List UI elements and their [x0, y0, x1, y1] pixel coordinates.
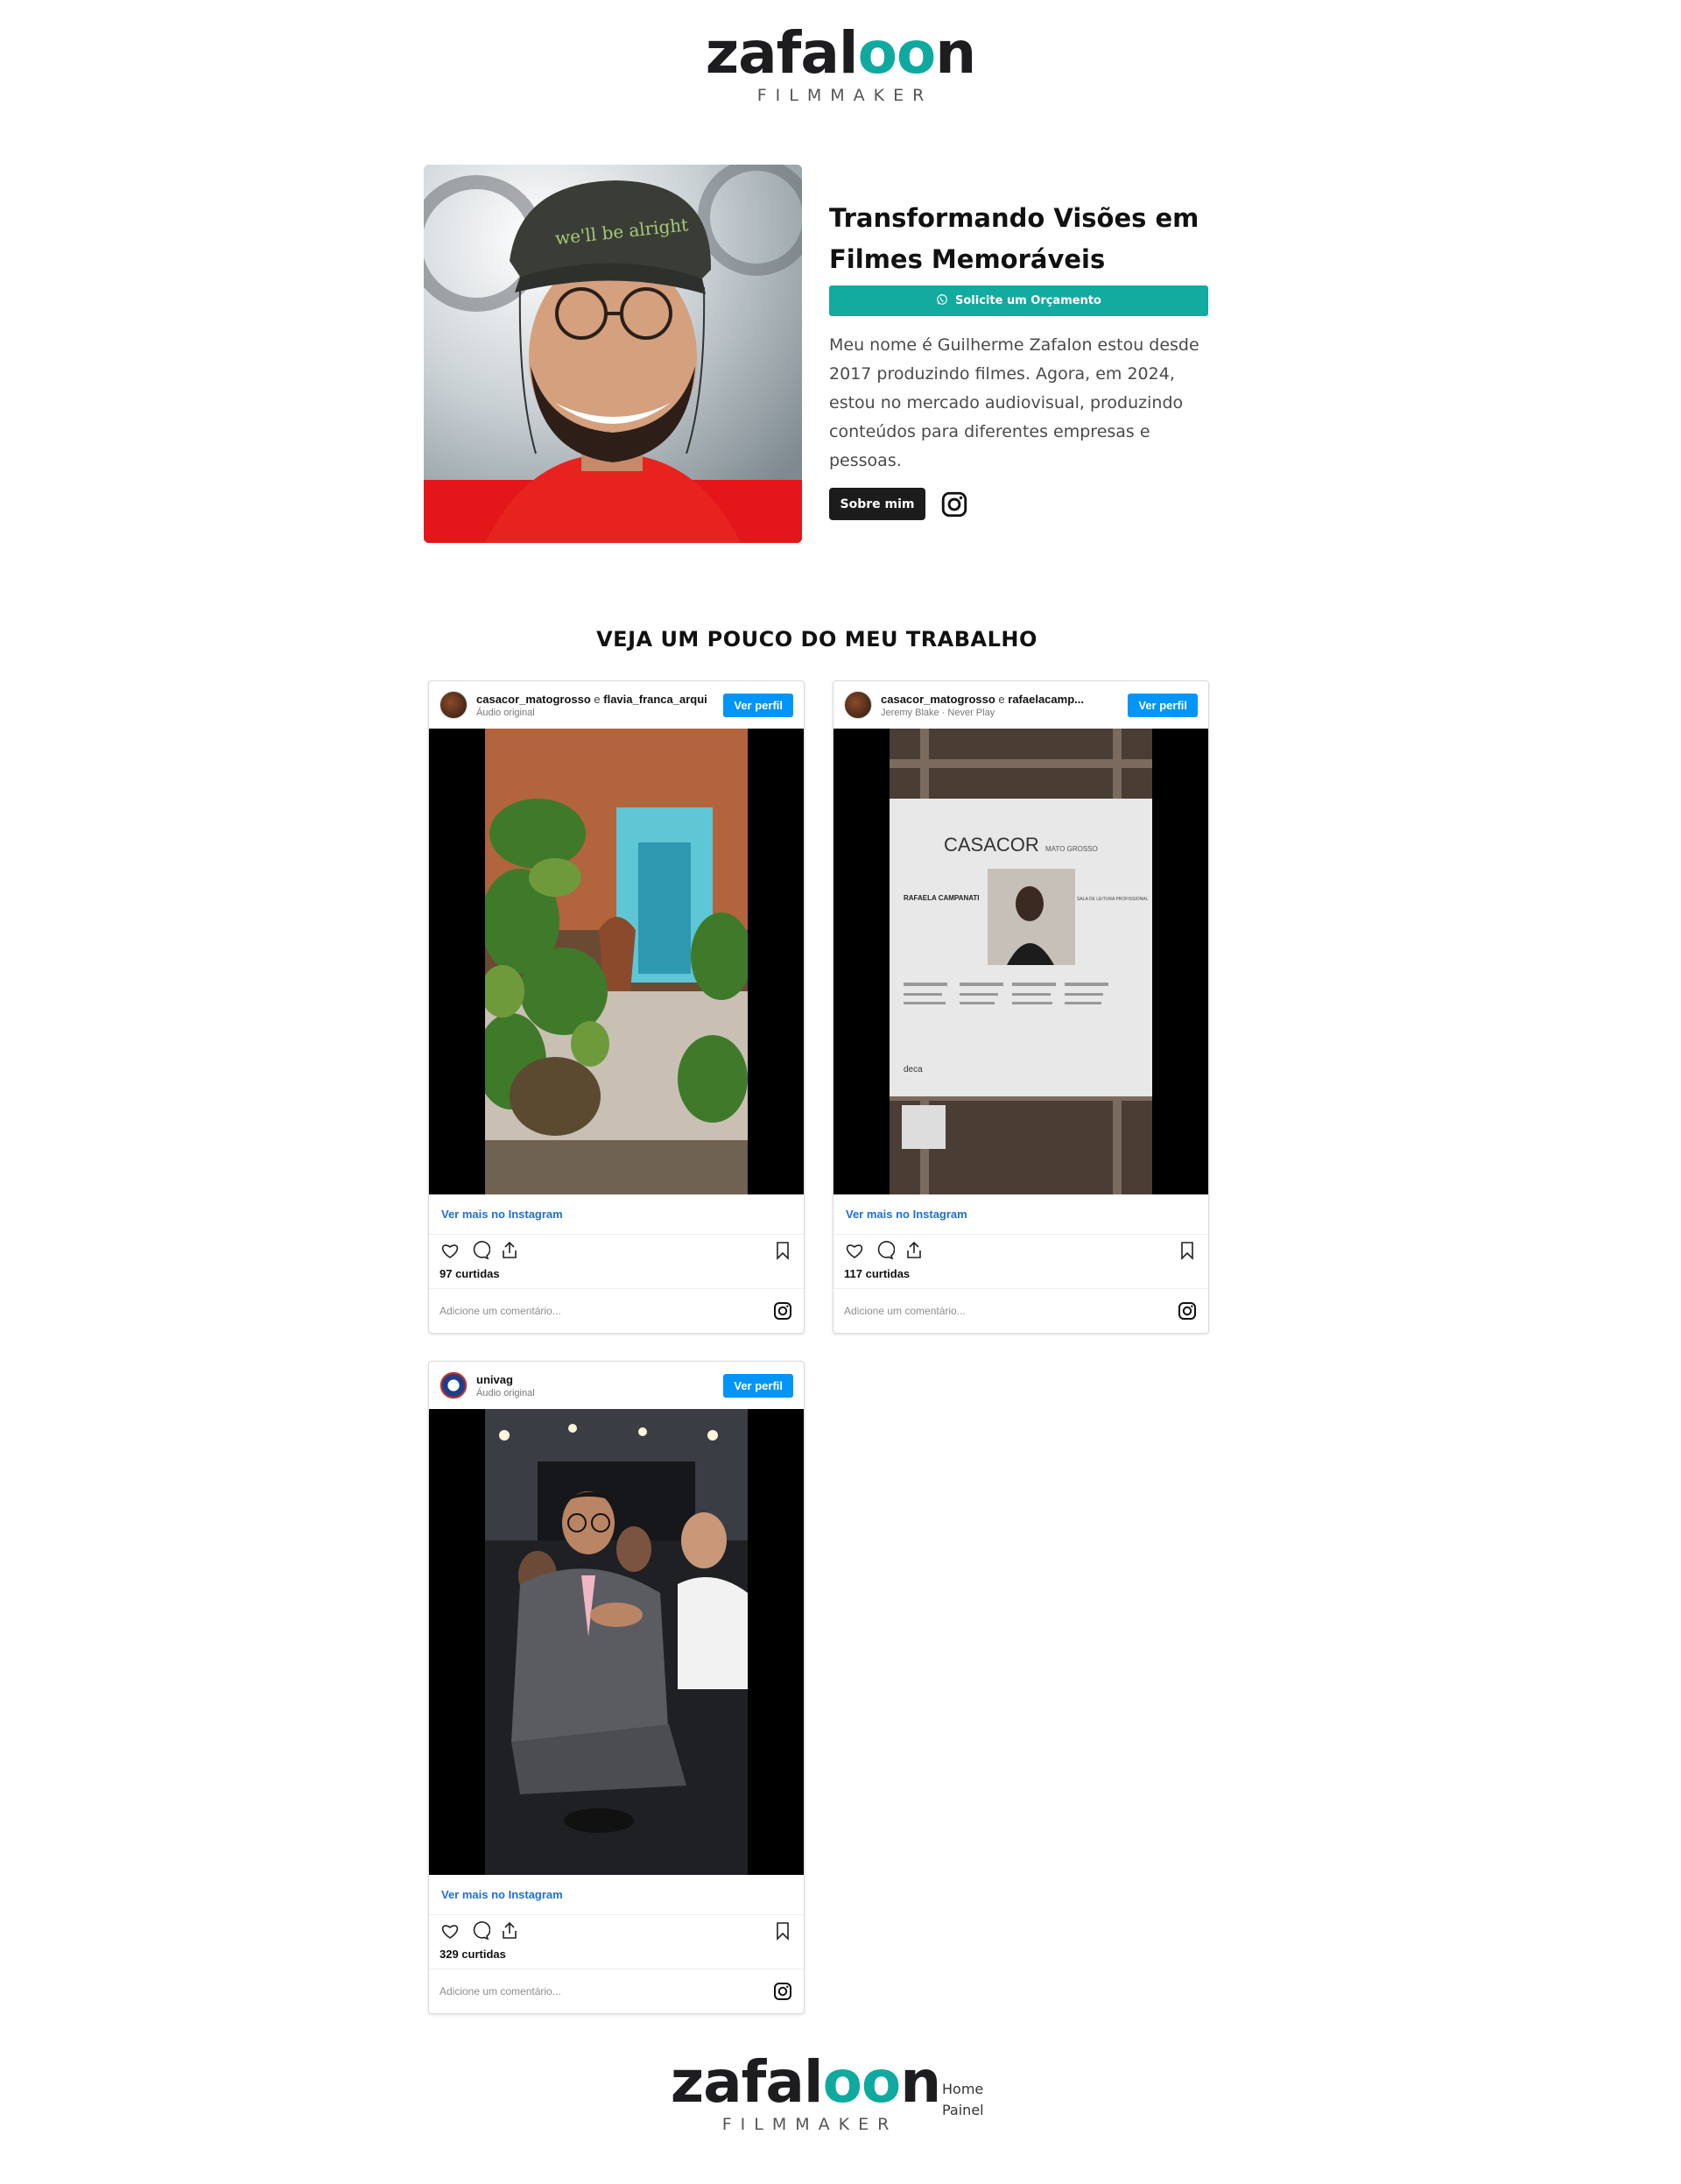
- post-authors[interactable]: univag: [476, 1373, 714, 1386]
- share-icon[interactable]: [499, 1920, 520, 1941]
- share-icon[interactable]: [499, 1240, 520, 1261]
- instagram-icon[interactable]: [772, 1300, 793, 1321]
- svg-text:SALA DE LEITURA PROFISSIONAL: SALA DE LEITURA PROFISSIONAL: [1077, 897, 1149, 902]
- view-more-link[interactable]: Ver mais no Instagram: [429, 1194, 804, 1235]
- post-audio[interactable]: Áudio original: [476, 1388, 714, 1398]
- avatar[interactable]: [844, 691, 872, 719]
- post-video[interactable]: CASACOR MATO GROSSO RAFAELA CAMPANATI SA…: [833, 729, 1208, 1194]
- svg-text:deca: deca: [904, 1065, 923, 1074]
- post-actions: [429, 1235, 804, 1266]
- bookmark-icon[interactable]: [772, 1240, 793, 1261]
- footer-link-painel[interactable]: Painel: [942, 2100, 984, 2121]
- comment-input[interactable]: Adicione um comentário...: [440, 1985, 772, 1997]
- embed-header: casacor_matogrosso e rafaelacamp... Jere…: [833, 681, 1208, 729]
- comment-input[interactable]: Adicione um comentário...: [844, 1305, 1177, 1317]
- instagram-icon[interactable]: [772, 1981, 793, 2002]
- avatar[interactable]: [440, 691, 468, 719]
- hero-title: Transformando Visões em Filmes Memorávei…: [829, 203, 1199, 274]
- svg-text:RAFAELA CAMPANATI: RAFAELA CAMPANATI: [904, 894, 980, 902]
- like-count: 97 curtidas: [429, 1266, 804, 1289]
- comment-row: Adicione um comentário...: [429, 1969, 804, 2013]
- comment-input[interactable]: Adicione um comentário...: [440, 1305, 772, 1317]
- post-video[interactable]: [429, 1409, 804, 1875]
- post-actions: [429, 1915, 804, 1947]
- comment-icon[interactable]: [469, 1920, 490, 1941]
- comment-row: Adicione um comentário...: [833, 1289, 1208, 1333]
- footer-nav: Home Painel: [942, 2079, 984, 2121]
- like-count: 117 curtidas: [833, 1266, 1208, 1289]
- request-quote-label: Solicite um Orçamento: [955, 294, 1101, 307]
- svg-text:MATO GROSSO: MATO GROSSO: [1045, 845, 1098, 853]
- instagram-icon[interactable]: [939, 490, 969, 519]
- svg-text:CASACOR: CASACOR: [944, 834, 1039, 856]
- embed-header: casacor_matogrosso e flavia_franca_arqui…: [429, 681, 804, 729]
- footer-link-home[interactable]: Home: [942, 2079, 984, 2100]
- view-more-link[interactable]: Ver mais no Instagram: [429, 1875, 804, 1915]
- post-audio[interactable]: Áudio original: [476, 708, 714, 718]
- instagram-embed-2: casacor_matogrosso e rafaelacamp... Jere…: [833, 680, 1209, 1334]
- header-logo[interactable]: zafaloon FILMMAKER: [665, 25, 1016, 104]
- like-count: 329 curtidas: [429, 1947, 804, 1969]
- hero-description: Meu nome é Guilherme Zafalon estou desde…: [829, 335, 1199, 470]
- view-profile-button[interactable]: Ver perfil: [1128, 693, 1198, 717]
- logo-wordmark: zafaloon: [705, 19, 977, 87]
- post-authors[interactable]: casacor_matogrosso e rafaelacamp...: [881, 693, 1119, 706]
- logo-tagline: FILMMAKER: [721, 2115, 898, 2134]
- share-icon[interactable]: [904, 1240, 925, 1261]
- profile-photo: we'll be alright: [424, 165, 802, 543]
- logo-tagline: FILMMAKER: [756, 86, 933, 105]
- heart-icon[interactable]: [844, 1240, 865, 1261]
- instagram-embed-1: casacor_matogrosso e flavia_franca_arqui…: [428, 680, 805, 1334]
- heart-icon[interactable]: [440, 1240, 461, 1261]
- comment-icon[interactable]: [874, 1240, 895, 1261]
- view-profile-button[interactable]: Ver perfil: [723, 1373, 793, 1398]
- hero-content: Transformando Visões em Filmes Memorávei…: [829, 198, 1211, 520]
- post-authors[interactable]: casacor_matogrosso e flavia_franca_arqui: [476, 693, 714, 706]
- post-actions: [833, 1235, 1208, 1266]
- post-video[interactable]: [429, 729, 804, 1194]
- whatsapp-icon: [936, 293, 948, 309]
- works-heading: VEJA UM POUCO DO MEU TRABALHO: [596, 627, 1037, 652]
- bookmark-icon[interactable]: [772, 1920, 793, 1941]
- avatar[interactable]: [440, 1371, 468, 1399]
- request-quote-button[interactable]: Solicite um Orçamento: [829, 285, 1208, 316]
- footer-logo[interactable]: zafaloon FILMMAKER: [630, 2054, 981, 2133]
- bookmark-icon[interactable]: [1177, 1240, 1198, 1261]
- logo-wordmark: zafaloon: [670, 2048, 942, 2116]
- comment-icon[interactable]: [469, 1240, 490, 1261]
- view-more-link[interactable]: Ver mais no Instagram: [833, 1194, 1208, 1235]
- hero-actions: Sobre mim: [829, 488, 1211, 520]
- embed-header: univag Áudio original Ver perfil: [429, 1362, 804, 1409]
- about-me-button[interactable]: Sobre mim: [829, 488, 925, 520]
- post-audio[interactable]: Jeremy Blake · Never Play: [881, 708, 1119, 718]
- comment-row: Adicione um comentário...: [429, 1289, 804, 1333]
- view-profile-button[interactable]: Ver perfil: [723, 693, 793, 717]
- instagram-embed-3: univag Áudio original Ver perfil Ver mai…: [428, 1361, 805, 2014]
- instagram-icon[interactable]: [1177, 1300, 1198, 1321]
- heart-icon[interactable]: [440, 1920, 461, 1941]
